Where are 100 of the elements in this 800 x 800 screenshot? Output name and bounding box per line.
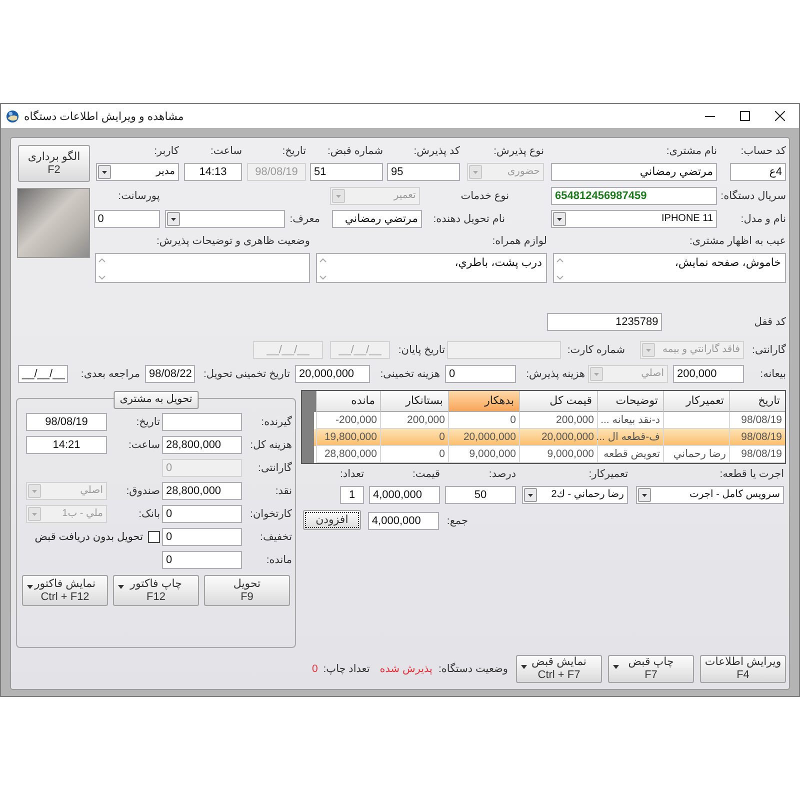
scroll-arrows-icon (98, 257, 106, 281)
field-label: مانده: (265, 553, 292, 568)
table-cell: 9,000,000 (448, 446, 519, 463)
text-field[interactable] (162, 413, 242, 431)
command-button[interactable]: افزودن (302, 510, 361, 530)
field-label: نام تحویل دهنده: (432, 212, 505, 227)
text-field[interactable]: 95 (387, 163, 460, 181)
field-label: نوع خدمات (460, 189, 509, 204)
field-label: سریال دستگاه: (720, 188, 786, 204)
field-label: شماره کارت: (566, 343, 625, 358)
field-caption: اجرت یا قطعه: (718, 467, 784, 481)
dropdown-field[interactable]: IPHONE 11 (551, 210, 717, 228)
field-label: تاریخ پایان: (397, 343, 445, 358)
field-caption: نام مشتری: (665, 144, 717, 158)
table-cell: رضا رحماني (663, 446, 729, 463)
text-field[interactable]: 0 (162, 505, 242, 523)
field-label: هزینه پذیرش: (525, 367, 585, 382)
text-field[interactable]: مرتضي رمضاني (551, 163, 717, 181)
caret-down-icon (27, 585, 33, 589)
caret-down-icon (118, 585, 124, 589)
text-field[interactable]: مرتضي رمضاني (332, 210, 422, 228)
field-caption: تاریخ: (281, 144, 306, 158)
field-caption: شماره قبض: (326, 144, 383, 158)
text-area[interactable] (95, 253, 310, 283)
column-header[interactable]: تعمیرکار (663, 391, 729, 412)
text-field[interactable]: 20,000,000 (295, 365, 370, 383)
field-caption: وضعیت ظاهری و توضیحات پذیرش: (155, 234, 310, 248)
field-caption: تعداد: (340, 467, 364, 481)
column-header[interactable]: تاریخ (729, 391, 785, 412)
field-caption: کد پذیرش: (412, 144, 460, 158)
status-text: 0 (310, 662, 318, 677)
caret-down-icon (521, 665, 527, 669)
field-label: تاریخ: (135, 415, 160, 430)
minimize-icon (704, 114, 714, 118)
text-field[interactable]: 654812456987459 (551, 187, 717, 205)
field-label: نقد: (274, 484, 292, 499)
text-field[interactable]: 4,000,000 (369, 486, 440, 504)
scroll-arrows-icon (319, 257, 327, 281)
field-caption: کاربر: (153, 144, 179, 158)
field-label: کارتخوان: (249, 507, 292, 522)
field-label: مراجعه بعدی: (80, 367, 140, 382)
field-caption: عیب به اظهار مشتری: (688, 234, 786, 248)
field-caption: کد حساب: (740, 144, 786, 158)
text-field[interactable]: __/__/__ (18, 365, 68, 383)
column-header[interactable]: قیمت کل (519, 391, 597, 412)
field-caption: نوع پذیرش: (492, 144, 544, 158)
field-label: وضعیت دستگاه: (438, 662, 508, 677)
text-field[interactable]: 51 (310, 163, 383, 181)
text-field[interactable]: 0 (94, 210, 160, 228)
text-field[interactable]: 1 (340, 486, 364, 504)
text-field[interactable]: 4,000,000 (368, 512, 439, 530)
text-field[interactable]: 0 (445, 365, 516, 383)
checkbox-label: تحویل بدون دریافت قبض (34, 531, 143, 543)
field-label: کد قفل (754, 315, 786, 330)
text-field[interactable]: 0 (162, 528, 242, 546)
checkbox[interactable] (148, 531, 160, 543)
dropdown-field[interactable]: رضا رحماني - ك2 (522, 486, 628, 504)
text-field[interactable]: 0 (162, 551, 242, 569)
status-text: پذیرش شده (380, 662, 432, 677)
field-label: جمع: (446, 514, 468, 529)
field-caption: درصد: (488, 467, 516, 481)
field-label: گیرنده: (260, 414, 292, 430)
text-field[interactable]: 4ع (730, 163, 786, 181)
column-header[interactable]: مانده (316, 391, 380, 412)
field-label: صندوق: (125, 484, 160, 499)
text-area[interactable]: خاموش، صفحه نمایش، (553, 253, 786, 283)
text-field[interactable]: 14:13 (184, 163, 242, 181)
table-cell: 28,800,000 (316, 446, 380, 463)
field-label: معرف: (290, 212, 320, 227)
text-field[interactable]: 14:21 (26, 436, 107, 454)
text-field[interactable]: 28,800,000 (162, 436, 242, 454)
field-caption: ساعت: (210, 144, 242, 158)
dropdown-field[interactable]: سرويس كامل - اجرت (636, 486, 784, 504)
field-label: ساعت: (128, 438, 160, 453)
field-caption: تعمیرکار: (588, 467, 628, 481)
text-field[interactable]: 200,000 (673, 365, 744, 383)
field-label: بیعانه: (759, 367, 786, 382)
column-header[interactable]: توضیحات (597, 391, 663, 412)
table-cell: 98/08/19 (729, 446, 785, 463)
column-header[interactable]: بدهکار (448, 391, 519, 412)
text-field[interactable]: 50 (445, 486, 516, 504)
text-field[interactable]: 98/08/22 (145, 365, 195, 383)
text-field[interactable]: 28,800,000 (162, 482, 242, 500)
group-title: تحویل به مشتری (114, 391, 198, 409)
table-cell: 9,000,000 (519, 446, 597, 463)
field-label: بانک: (138, 507, 160, 522)
field-label: هزینه تخمینی: (379, 367, 440, 382)
table-cell: تعويض قطعه (597, 446, 663, 463)
window-title: مشاهده و ویرایش اطلاعات دستگاه (24, 110, 184, 122)
field-label: پورسانت: (118, 189, 160, 204)
scroll-arrows-icon (556, 257, 564, 281)
text-field[interactable]: 1235789 (547, 313, 662, 331)
dropdown-field[interactable] (164, 210, 285, 228)
dropdown-field[interactable]: مدیر (96, 163, 179, 181)
column-header[interactable]: بستانکار (380, 391, 448, 412)
field-label: هزینه کل: (249, 438, 292, 453)
close-icon (774, 111, 784, 121)
field-label: نام و مدل: (740, 212, 786, 227)
text-area[interactable]: درب پشت، باطري، (316, 253, 547, 283)
text-field[interactable]: 98/08/19 (26, 413, 107, 431)
